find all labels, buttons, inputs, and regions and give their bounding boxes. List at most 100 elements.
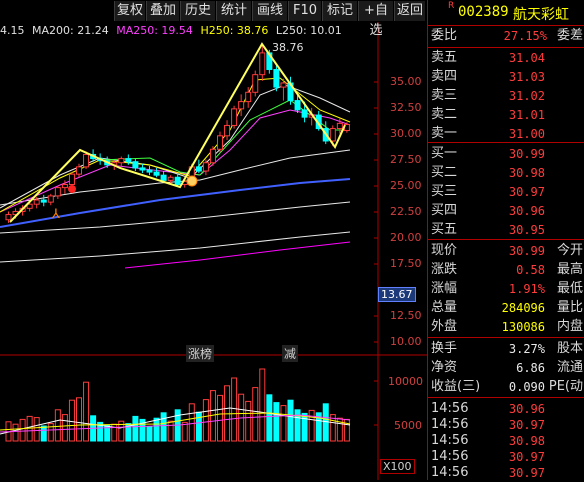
quote-row-extra: 量比 bbox=[556, 300, 583, 315]
candle bbox=[118, 156, 125, 167]
volume-bar bbox=[83, 381, 90, 442]
volume-bar bbox=[301, 412, 308, 442]
toolbar-button-5[interactable]: F10 bbox=[288, 1, 321, 21]
volume-bar bbox=[308, 409, 315, 442]
candle bbox=[146, 165, 153, 176]
volume-bar bbox=[40, 425, 47, 442]
price-axis-current: 13.67 bbox=[378, 287, 416, 302]
quote-row: 总量 284096 量比 bbox=[428, 299, 584, 317]
buy-marker-icon: ⅄ bbox=[51, 207, 60, 222]
order-ratio-row: 委比 27.15% 委差 bbox=[428, 27, 584, 45]
fund-row-extra: 股本 bbox=[556, 341, 583, 356]
stock-code: 002389 bbox=[458, 4, 509, 20]
buy-row-label: 买二 bbox=[431, 165, 458, 180]
sell-row-value: 31.04 bbox=[508, 51, 545, 65]
toolbar-button-2[interactable]: 历史 bbox=[180, 1, 215, 21]
buy-row: 买四 30.96 bbox=[428, 202, 584, 220]
candles bbox=[5, 44, 350, 223]
toolbar-button-4[interactable]: 画线 bbox=[252, 1, 287, 21]
toolbar-button-8[interactable]: 返回 bbox=[394, 1, 425, 21]
tick-row: 14:56 30.97 bbox=[428, 464, 584, 482]
buy-row-label: 买四 bbox=[431, 203, 458, 218]
buy-row: 买一 30.99 bbox=[428, 145, 584, 163]
buy-row-value: 30.98 bbox=[508, 166, 545, 180]
sell-row-label: 卖五 bbox=[431, 50, 458, 65]
volume-bar bbox=[68, 399, 75, 442]
hand-cursor-icon bbox=[186, 175, 198, 187]
quote-row: 外盘 130086 内盘 bbox=[428, 318, 584, 336]
volume-bar bbox=[217, 394, 223, 442]
toolbar-button-3[interactable]: 统计 bbox=[216, 1, 251, 21]
quote-row-value: 1.91% bbox=[508, 282, 545, 296]
fund-row-label: 收益(三) bbox=[431, 379, 481, 394]
volume-bars bbox=[5, 368, 350, 442]
sell-row-label: 卖二 bbox=[431, 107, 458, 122]
quote-row-extra: 最高 bbox=[556, 262, 583, 277]
candle bbox=[54, 185, 61, 200]
price-axis-tick: 32.50 bbox=[390, 101, 422, 114]
volume-bar bbox=[146, 426, 153, 442]
fund-row-value: 3.27% bbox=[508, 342, 545, 356]
quote-row: 涨幅 1.91% 最低 bbox=[428, 280, 584, 298]
fund-row-value: 0.090 bbox=[508, 380, 545, 394]
buy-row: 买三 30.97 bbox=[428, 183, 584, 201]
price-axis-tick: 20.00 bbox=[390, 231, 422, 244]
volume-bar bbox=[273, 402, 280, 442]
toolbar-button-0[interactable]: 复权 bbox=[114, 1, 145, 21]
volume-bar bbox=[195, 411, 202, 442]
quote-row-label: 涨幅 bbox=[431, 281, 458, 296]
ma-legend-partial: 4.15 bbox=[0, 24, 25, 37]
price-axis-tick: 30.00 bbox=[390, 127, 422, 140]
volume-bar bbox=[54, 409, 61, 442]
sell-row: 卖四 31.03 bbox=[428, 68, 584, 86]
quote-row: 涨跌 0.58 最高 bbox=[428, 261, 584, 279]
toolbar-button-7[interactable]: +自选 bbox=[358, 1, 393, 38]
stock-name: 航天彩虹 bbox=[513, 7, 569, 23]
fund-row: 净资 6.86 流通 bbox=[428, 359, 584, 377]
quote-row: 现价 30.99 今开 bbox=[428, 242, 584, 260]
candle bbox=[202, 159, 209, 176]
candle bbox=[139, 163, 146, 174]
fund-row-value: 6.86 bbox=[516, 361, 545, 375]
candle bbox=[343, 122, 350, 133]
volume-bar bbox=[153, 417, 160, 442]
sell-row-label: 卖三 bbox=[431, 88, 458, 103]
quote-row-value: 30.99 bbox=[508, 244, 545, 258]
sell-row: 卖三 31.02 bbox=[428, 87, 584, 105]
candle bbox=[238, 94, 245, 117]
tick-row-label: 14:56 bbox=[431, 465, 469, 480]
volume-bar bbox=[181, 421, 188, 442]
toolbar: 复权 叠加 历史 统计 画线 F10 标记 +自选 返回 bbox=[0, 0, 427, 38]
chip-zhangbang[interactable]: 涨榜 bbox=[186, 345, 215, 362]
sell-row-label: 卖一 bbox=[431, 126, 458, 141]
buy-row-label: 买一 bbox=[431, 146, 458, 161]
volume-bar bbox=[47, 423, 54, 442]
sell-row-value: 31.01 bbox=[508, 108, 545, 122]
candle bbox=[47, 193, 54, 206]
volume-bar bbox=[167, 420, 174, 442]
volume-bar bbox=[160, 412, 167, 442]
price-axis-tick: 22.50 bbox=[390, 205, 422, 218]
sell-row-value: 31.03 bbox=[508, 70, 545, 84]
chip-jian[interactable]: 减 bbox=[282, 345, 299, 362]
volume-bar bbox=[287, 399, 294, 442]
ma250-line bbox=[124, 241, 351, 269]
volume-unit: X100 bbox=[380, 459, 415, 474]
quote-row-label: 涨跌 bbox=[431, 262, 458, 277]
fund-row: 收益(三) 0.090 PE(动 bbox=[428, 378, 584, 396]
buy-row-value: 30.96 bbox=[508, 204, 545, 218]
candle bbox=[231, 105, 238, 129]
toolbar-button-1[interactable]: 叠加 bbox=[146, 1, 179, 21]
price-chart[interactable]: ⅄ bbox=[0, 0, 427, 480]
candle bbox=[40, 194, 47, 207]
buy-row: 买二 30.98 bbox=[428, 164, 584, 182]
candle bbox=[217, 131, 223, 153]
candle bbox=[259, 44, 266, 81]
fund-row-extra: 流通 bbox=[556, 360, 583, 375]
volume-bar bbox=[266, 394, 273, 442]
price-axis-tick: 17.50 bbox=[390, 257, 422, 270]
volume-bar bbox=[245, 400, 252, 442]
volume-bar bbox=[188, 403, 195, 442]
toolbar-button-6[interactable]: 标记 bbox=[322, 1, 357, 21]
volume-bar bbox=[294, 409, 301, 442]
